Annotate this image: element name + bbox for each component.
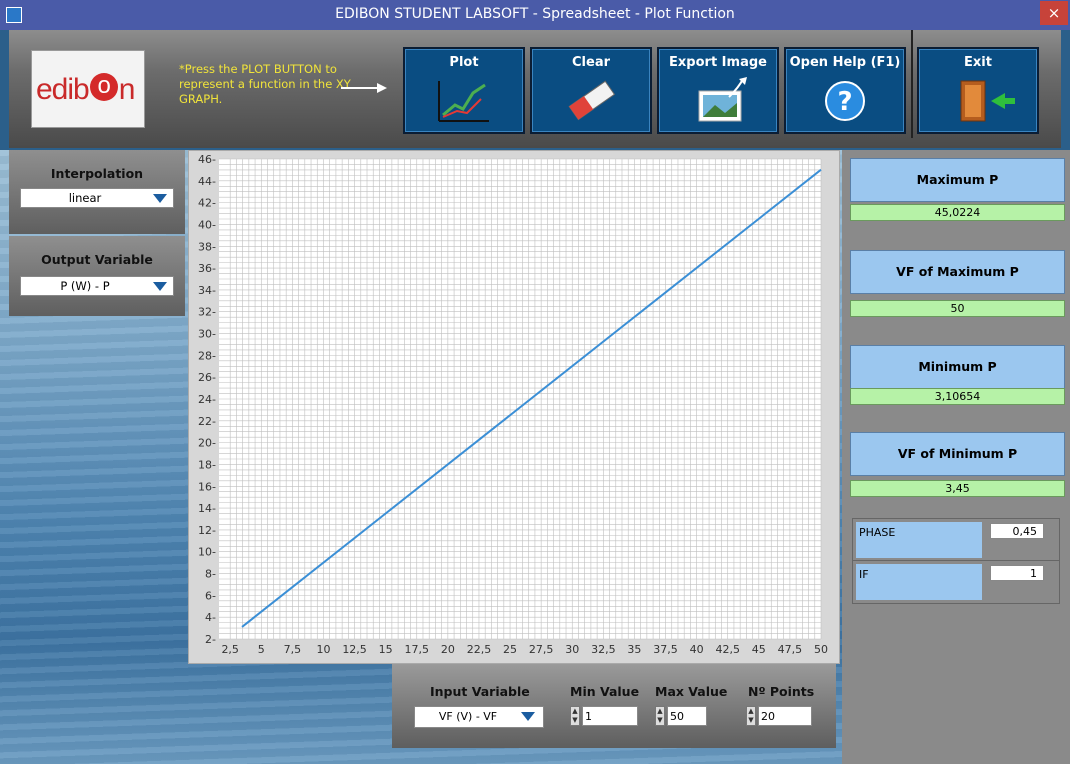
minimum-p-value: 3,10654 [850,388,1065,405]
output-variable-dropdown[interactable]: P (W) - P [20,276,174,296]
y-tick-label: 22- [198,415,216,428]
x-tick-label: 47,5 [778,643,803,656]
x-tick-label: 40 [690,643,704,656]
interpolation-label: Interpolation [50,166,144,181]
output-variable-label: Output Variable [41,252,153,267]
phase-label: PHASE [856,522,982,558]
export-image-button[interactable]: Export Image [657,47,779,134]
vf-min-value: 3,45 [850,480,1065,497]
x-tick-label: 37,5 [653,643,678,656]
max-value-stepper[interactable]: ▲ ▼ [655,706,665,726]
x-tick-label: 22,5 [467,643,492,656]
y-tick-label: 10- [198,546,216,559]
minimum-p-label: Minimum P [850,345,1065,389]
y-tick-label: 24- [198,393,216,406]
clear-button[interactable]: Clear [530,47,652,134]
max-value-label: Max Value [655,684,728,699]
y-tick-label: 6- [205,589,216,602]
x-tick-label: 32,5 [591,643,616,656]
y-tick-label: 38- [198,240,216,253]
x-tick-label: 20 [441,643,455,656]
svg-text:?: ? [837,87,852,117]
xy-graph-svg: 2,5 5 7,5 10 12,5 15 17,5 20 22,5 25 27,5 30 32,5 35 3… [198,153,828,656]
y-tick-label: 14- [198,502,216,515]
output-variable-panel: Output Variable P (W) - P [9,236,185,316]
x-tick-label: 35 [627,643,641,656]
results-panel: Maximum P 45,0224 VF of Maximum P 50 Min… [842,150,1070,764]
y-tick-label: 40- [198,218,216,231]
y-tick-label: 16- [198,480,216,493]
maximum-p-value: 45,0224 [850,204,1065,221]
x-tick-label: 5 [258,643,265,656]
if-input[interactable]: 1 [990,565,1044,581]
x-tick-label: 30 [565,643,579,656]
if-label: IF [856,564,982,600]
maximum-p-label: Maximum P [850,158,1065,202]
n-points-label: Nº Points [748,684,815,699]
vf-max-label: VF of Maximum P [850,250,1065,294]
phase-input[interactable]: 0,45 [990,523,1044,539]
y-tick-label: 18- [198,458,216,471]
y-tick-label: 32- [198,306,216,319]
x-tick-label: 42,5 [715,643,740,656]
y-tick-label: 28- [198,349,216,362]
title-bar: EDIBON STUDENT LABSOFT - Spreadsheet - P… [0,0,1070,30]
chevron-down-icon [153,282,167,291]
chevron-down-icon [521,712,535,721]
input-variable-label: Input Variable [430,684,530,699]
plot-button[interactable]: Plot [403,47,525,134]
min-value-stepper[interactable]: ▲ ▼ [570,706,580,726]
x-tick-label: 17,5 [405,643,430,656]
interpolation-panel: Interpolation linear [9,150,185,234]
n-points-input[interactable]: 20 [758,706,812,726]
n-points-stepper[interactable]: ▲ ▼ [746,706,756,726]
min-value-label: Min Value [570,684,640,699]
x-tick-label: 27,5 [529,643,554,656]
window-title: EDIBON STUDENT LABSOFT - Spreadsheet - P… [335,6,735,22]
y-tick-label: 42- [198,197,216,210]
vf-max-value: 50 [850,300,1065,317]
toolbar-separator [911,30,913,138]
y-tick-label: 46- [198,153,216,166]
y-tick-label: 34- [198,284,216,297]
arrow-right-icon [341,83,387,93]
xy-graph[interactable]: 2,5 5 7,5 10 12,5 15 17,5 20 22,5 25 27,5 30 32,5 35 3… [188,150,840,664]
max-value-input[interactable]: 50 [667,706,707,726]
y-tick-label: 30- [198,328,216,341]
toolbar: edib o n *Press the PLOT BUTTON to represe… [9,30,1061,148]
y-tick-label: 20- [198,437,216,450]
x-tick-label: 12,5 [342,643,367,656]
x-tick-label: 10 [316,643,330,656]
exit-button[interactable]: Exit [917,47,1039,134]
close-button[interactable]: × [1040,1,1068,25]
open-help-button[interactable]: Open Help (F1) ? [784,47,906,134]
x-tick-label: 50 [814,643,828,656]
eraser-icon [568,80,616,121]
interpolation-dropdown[interactable]: linear [20,188,174,208]
input-panel: Input Variable VF (V) - VF Min Value ▲ ▼ … [392,664,836,748]
edibon-logo: edib o n [31,50,145,128]
x-tick-label: 7,5 [284,643,302,656]
x-tick-label: 2,5 [221,643,239,656]
chevron-down-icon [153,194,167,203]
phase-field: PHASE 0,45 [852,518,1060,562]
y-tick-label: 2- [205,633,216,646]
if-field: IF 1 [852,560,1060,604]
export-image-icon [698,77,747,122]
input-variable-dropdown[interactable]: VF (V) - VF [414,706,544,728]
plot-chart-icon [438,81,489,122]
help-icon: ? [825,81,865,121]
y-tick-label: 4- [205,611,216,624]
exit-door-icon [960,80,1015,122]
y-tick-label: 36- [198,262,216,275]
vf-min-label: VF of Minimum P [850,432,1065,476]
y-tick-label: 26- [198,371,216,384]
x-tick-label: 45 [752,643,766,656]
y-tick-label: 12- [198,524,216,537]
x-tick-label: 15 [379,643,393,656]
min-value-input[interactable]: 1 [582,706,638,726]
y-tick-label: 44- [198,175,216,188]
x-tick-label: 25 [503,643,517,656]
y-tick-label: 8- [205,568,216,581]
